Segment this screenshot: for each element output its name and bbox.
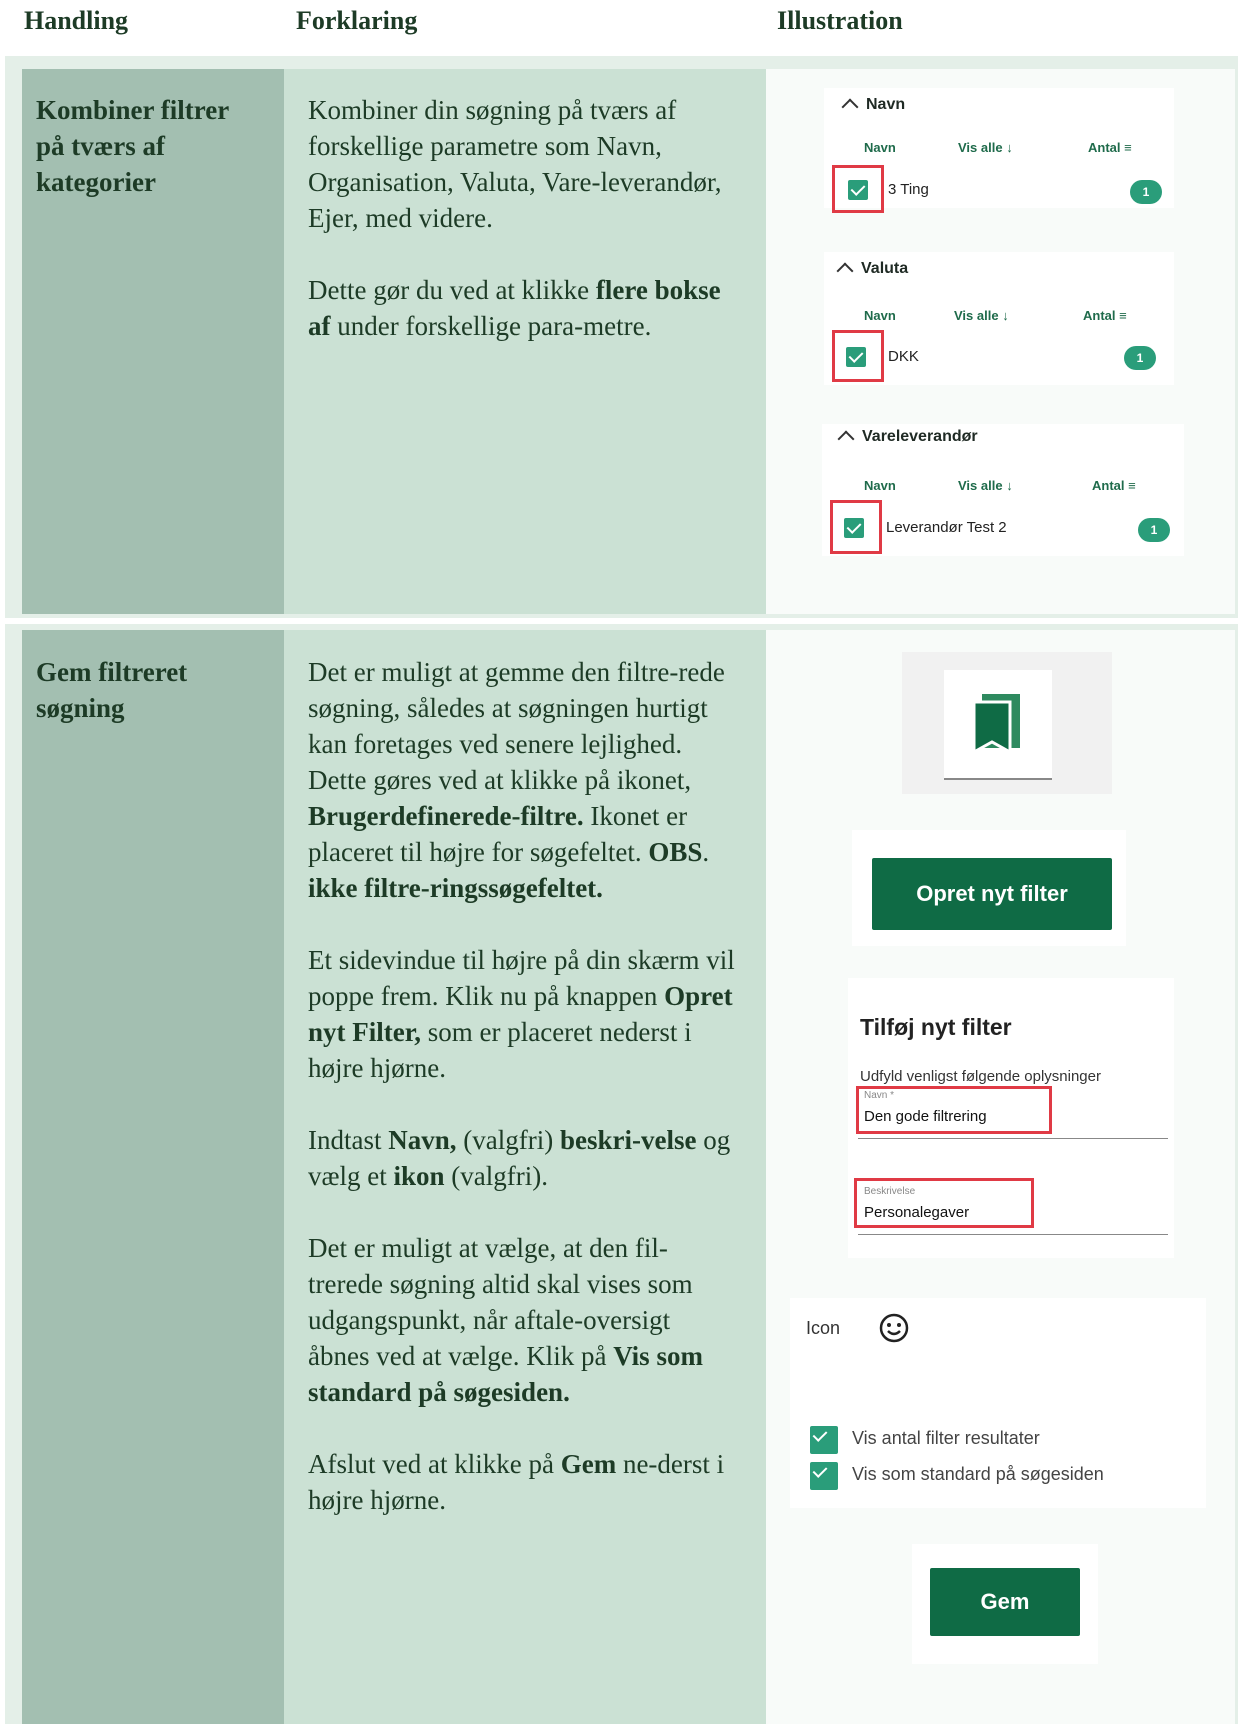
add-filter-dialog: Tilføj nyt filter Udfyld venligst følgen… (848, 978, 1174, 1258)
filter-checkbox[interactable] (848, 180, 868, 200)
show-all-link[interactable]: Vis alle ↓ (958, 478, 1013, 493)
dialog-subtitle: Udfyld venligst følgende oplysninger (860, 1068, 1101, 1085)
show-count-label: Vis antal filter resultater (852, 1428, 1040, 1448)
filter-card-valuta: Valuta Navn Vis alle ↓ Antal ≡ DKK 1 (824, 252, 1174, 385)
row1-explanation-text: Kombiner din søgning på tværs af forskel… (308, 92, 738, 380)
row2-paragraph-5: Afslut ved at klikke på Gem ne-derst i h… (308, 1449, 725, 1515)
column-count[interactable]: Antal ≡ (1083, 308, 1127, 323)
column-count[interactable]: Antal ≡ (1088, 140, 1132, 155)
filter-title-navn[interactable]: Navn (841, 96, 905, 116)
save-button[interactable]: Gem (930, 1568, 1080, 1636)
header-explanation: Forklaring (296, 6, 418, 35)
row1-paragraph-1: Kombiner din søgning på tværs af forskel… (308, 95, 722, 233)
arrow-down-icon: ↓ (1002, 308, 1009, 323)
highlight-box (856, 1086, 1052, 1134)
show-all-link[interactable]: Vis alle ↓ (954, 308, 1009, 323)
filter-title-vareleverandor[interactable]: Vareleverandør (837, 428, 978, 448)
row1-action-text: Kombiner filtrer på tværs af kategorier (36, 95, 230, 197)
row2-paragraph-1: Det er muligt at gemme den filtre-rede s… (308, 657, 725, 903)
show-count-checkbox[interactable] (810, 1426, 838, 1454)
row1-paragraph-2: Dette gør du ved at klikke flere bokse a… (308, 275, 721, 341)
filter-checkbox[interactable] (844, 518, 864, 538)
dialog-title: Tilføj nyt filter (860, 1014, 1012, 1040)
row2-action-cell (22, 630, 284, 1724)
row2-action-text: Gem filtreret søgning (36, 657, 188, 723)
sort-icon: ≡ (1119, 308, 1127, 323)
row2-paragraph-3: Indtast Navn, (valgfri) beskri-velse og … (308, 1125, 731, 1191)
row2-paragraph-2: Et sidevindue til højre på din skærm vil… (308, 945, 735, 1083)
chevron-up-icon (836, 262, 854, 280)
arrow-down-icon: ↓ (1006, 478, 1013, 493)
options-card: Icon Vis antal filter resultater Vis som… (790, 1298, 1206, 1508)
icon-preview-frame (902, 652, 1112, 794)
column-name: Navn (864, 478, 896, 493)
column-name: Navn (864, 308, 896, 323)
header-action: Handling (24, 6, 129, 35)
count-badge: 1 (1138, 518, 1170, 542)
save-card: Gem (912, 1544, 1098, 1664)
column-name: Navn (864, 140, 896, 155)
header-illustration: Illustration (777, 6, 903, 35)
show-as-default-checkbox[interactable] (810, 1462, 838, 1490)
smiley-icon[interactable] (878, 1312, 910, 1344)
custom-filters-button[interactable] (944, 670, 1052, 780)
create-filter-card: Opret nyt filter (852, 830, 1126, 946)
row2-explanation-text: Det er muligt at gemme den filtre-rede s… (308, 654, 738, 1554)
chevron-up-icon (841, 98, 859, 116)
filter-card-vareleverandor: Vareleverandør Navn Vis alle ↓ Antal ≡ L… (822, 424, 1184, 556)
filter-title-valuta[interactable]: Valuta (836, 260, 908, 280)
arrow-down-icon: ↓ (1006, 140, 1013, 155)
filter-item-label: DKK (888, 348, 919, 365)
filter-checkbox[interactable] (846, 347, 866, 367)
filter-card-navn: Navn Navn Vis alle ↓ Antal ≡ 3 Ting 1 (824, 88, 1174, 213)
count-badge: 1 (1130, 180, 1162, 204)
sort-icon: ≡ (1124, 140, 1132, 155)
chevron-up-icon (837, 430, 855, 448)
show-as-default-label: Vis som standard på søgesiden (852, 1464, 1104, 1484)
filter-item-label: 3 Ting (888, 181, 929, 198)
column-count[interactable]: Antal ≡ (1092, 478, 1136, 493)
count-badge: 1 (1124, 346, 1156, 370)
icon-label: Icon (806, 1318, 841, 1338)
create-filter-button[interactable]: Opret nyt filter (872, 858, 1112, 930)
show-all-link[interactable]: Vis alle ↓ (958, 140, 1013, 155)
bookmarks-icon (972, 694, 1020, 755)
filter-item-label: Leverandør Test 2 (886, 519, 1007, 536)
sort-icon: ≡ (1128, 478, 1136, 493)
highlight-box (854, 1178, 1034, 1228)
row2-paragraph-4: Det er muligt at vælge, at den fil-trere… (308, 1233, 703, 1407)
